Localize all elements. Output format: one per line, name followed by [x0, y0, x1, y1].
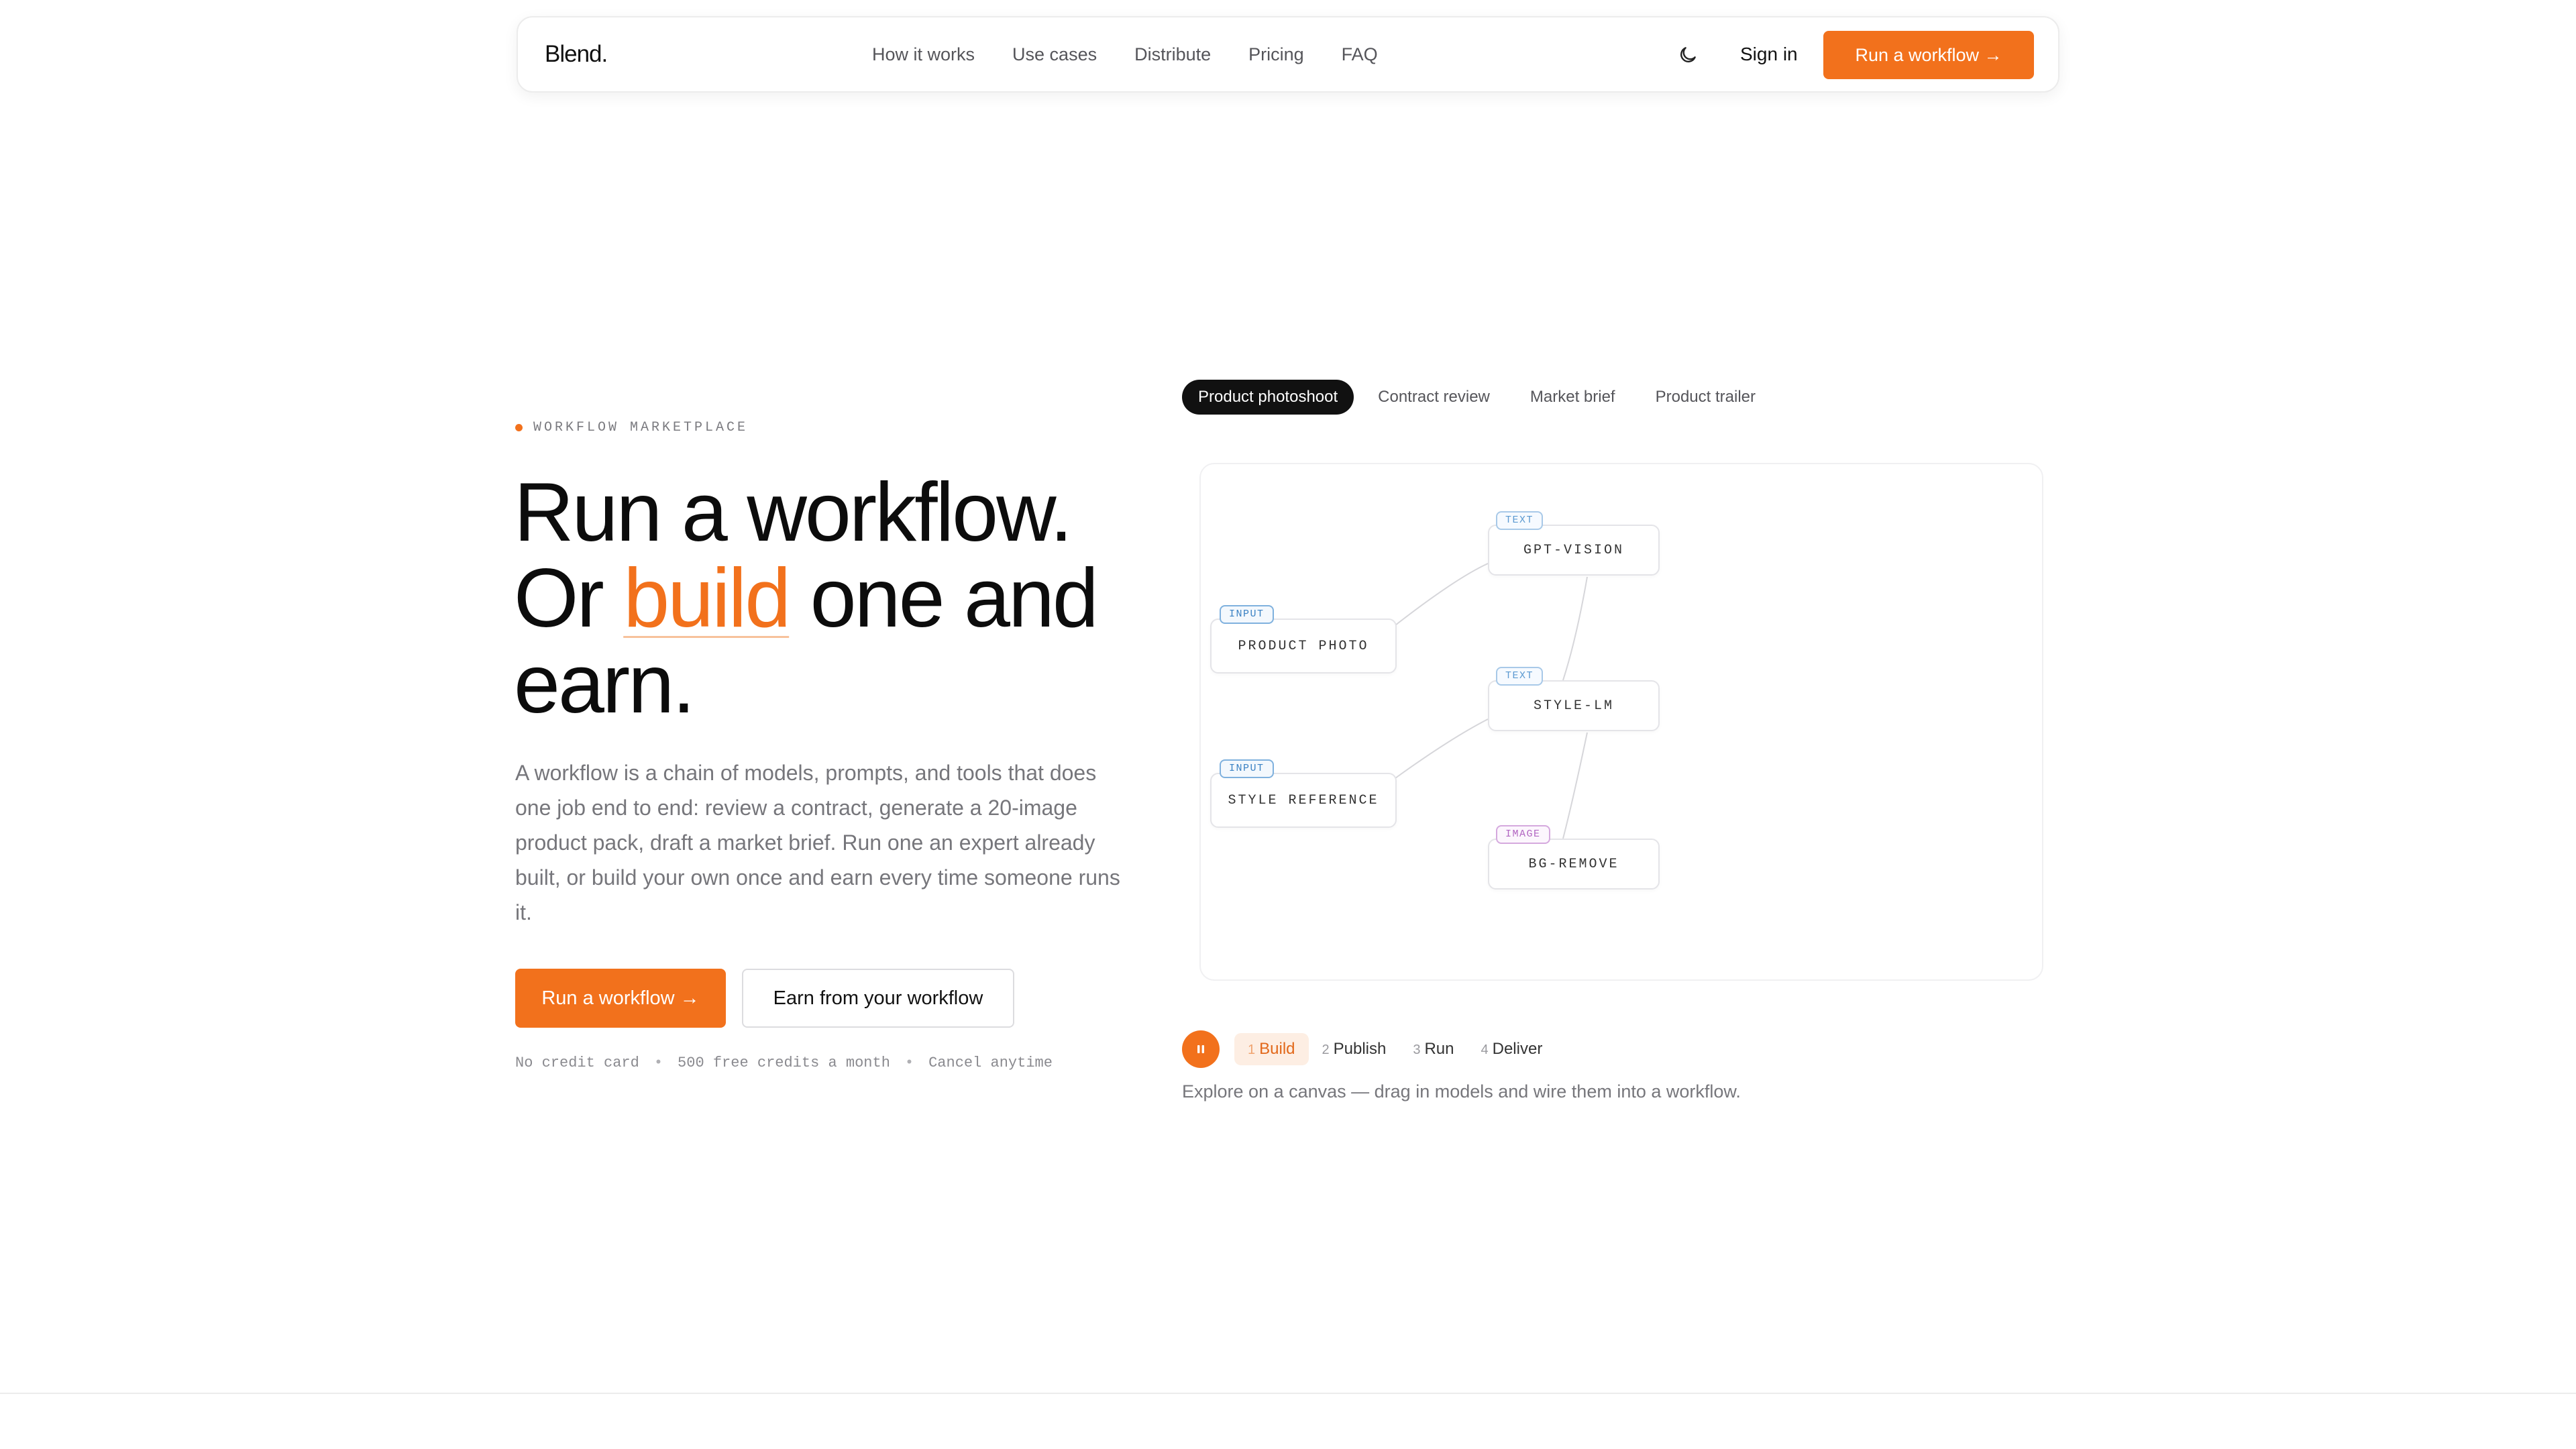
step-label: Run: [1424, 1040, 1454, 1058]
node-tag-input: INPUT: [1220, 605, 1274, 624]
node-style-lm[interactable]: STYLE-LM: [1488, 680, 1660, 731]
step-number: 2: [1322, 1042, 1330, 1057]
fineprint-free-credits: 500 free credits a month: [678, 1055, 890, 1071]
tab-product-trailer[interactable]: Product trailer: [1640, 380, 1772, 415]
sign-in-link[interactable]: Sign in: [1740, 17, 1798, 91]
step-label: Publish: [1333, 1040, 1387, 1058]
theme-toggle-button[interactable]: [1674, 42, 1701, 68]
hero-lead: A workflow is a chain of models, prompts…: [515, 761, 1120, 924]
headline-line-1: Run a workflow.: [514, 466, 1073, 559]
fineprint-no-credit-card: No credit card: [515, 1055, 639, 1071]
moon-icon: [1680, 47, 1696, 62]
node-tag-text: TEXT: [1496, 667, 1544, 686]
earn-from-workflow-button[interactable]: Earn from your workflow: [742, 969, 1014, 1028]
tab-product-photoshoot[interactable]: Product photoshoot: [1182, 380, 1354, 415]
edge-style-reference-to-style-lm: [1395, 718, 1489, 779]
nav-run-workflow-button[interactable]: Run a workflow →: [1823, 31, 2034, 79]
eyebrow-dot: [515, 424, 523, 431]
step-build[interactable]: 1 Build: [1234, 1033, 1309, 1065]
edge-gpt-vision-to-style-lm: [1562, 576, 1588, 681]
nav-link-faq[interactable]: FAQ: [1342, 44, 1378, 65]
node-label: GPT-VISION: [1523, 542, 1625, 558]
fineprint: No credit card • 500 free credits a mont…: [515, 1055, 1053, 1071]
step-label: Build: [1259, 1040, 1295, 1058]
nav-link-pricing[interactable]: Pricing: [1248, 44, 1304, 65]
node-tag-input: INPUT: [1220, 759, 1274, 778]
workflow-canvas[interactable]: GPT-VISION TEXT PRODUCT PHOTO INPUT STYL…: [1199, 463, 2043, 981]
step-deliver[interactable]: 4 Deliver: [1468, 1033, 1556, 1065]
eyebrow: WORKFLOW MARKETPLACE: [515, 420, 748, 435]
step-number: 1: [1248, 1042, 1256, 1057]
headline-line-3: earn.: [514, 638, 696, 731]
section-divider: [0, 1393, 2576, 1394]
demo-tabs: Product photoshoot Contract review Marke…: [1182, 380, 1780, 415]
edge-style-lm-to-bg-remove: [1562, 732, 1588, 839]
node-product-photo[interactable]: PRODUCT PHOTO: [1210, 619, 1397, 674]
pause-icon: [1197, 1045, 1204, 1053]
node-label: BG-REMOVE: [1528, 856, 1619, 872]
logo[interactable]: Blend.: [545, 17, 608, 91]
node-bg-remove[interactable]: BG-REMOVE: [1488, 839, 1660, 890]
step-run[interactable]: 3 Run: [1399, 1033, 1467, 1065]
nav-links: How it works Use cases Distribute Pricin…: [872, 17, 1378, 91]
step-publish[interactable]: 2 Publish: [1309, 1033, 1400, 1065]
fineprint-separator: •: [653, 1055, 663, 1071]
step-number: 3: [1413, 1042, 1421, 1057]
tab-contract-review[interactable]: Contract review: [1362, 380, 1506, 415]
node-label: STYLE-LM: [1533, 698, 1614, 714]
fineprint-cancel-anytime: Cancel anytime: [928, 1055, 1053, 1071]
tab-market-brief[interactable]: Market brief: [1514, 380, 1631, 415]
top-navbar: Blend. How it works Use cases Distribute…: [517, 16, 2059, 93]
run-workflow-button[interactable]: Run a workflow →: [515, 969, 726, 1028]
nav-link-how-it-works[interactable]: How it works: [872, 44, 975, 65]
workflow-steps: 1 Build 2 Publish 3 Run 4 Deliver: [1234, 1033, 1556, 1065]
step-number: 4: [1481, 1042, 1489, 1057]
node-style-reference[interactable]: STYLE REFERENCE: [1210, 773, 1397, 828]
step-label: Deliver: [1492, 1040, 1543, 1058]
node-label: PRODUCT PHOTO: [1238, 638, 1369, 654]
headline-accent: build: [623, 552, 791, 645]
headline-line-2-end: one and: [789, 552, 1099, 645]
nav-link-use-cases[interactable]: Use cases: [1012, 44, 1097, 65]
eyebrow-text: WORKFLOW MARKETPLACE: [533, 420, 749, 435]
node-gpt-vision[interactable]: GPT-VISION: [1488, 525, 1660, 576]
node-tag-image: IMAGE: [1496, 825, 1550, 844]
step-caption: Explore on a canvas — drag in models and…: [1182, 1081, 1741, 1102]
node-label: STYLE REFERENCE: [1228, 792, 1379, 808]
pause-button[interactable]: [1182, 1030, 1220, 1068]
node-tag-text: TEXT: [1496, 511, 1544, 530]
fineprint-separator: •: [904, 1055, 914, 1071]
nav-link-distribute[interactable]: Distribute: [1134, 44, 1211, 65]
hero-headline: Run a workflow. Or build one and earn.: [514, 470, 1185, 727]
headline-line-2-start: Or: [514, 552, 624, 645]
edge-product-photo-to-gpt-vision: [1395, 563, 1489, 626]
